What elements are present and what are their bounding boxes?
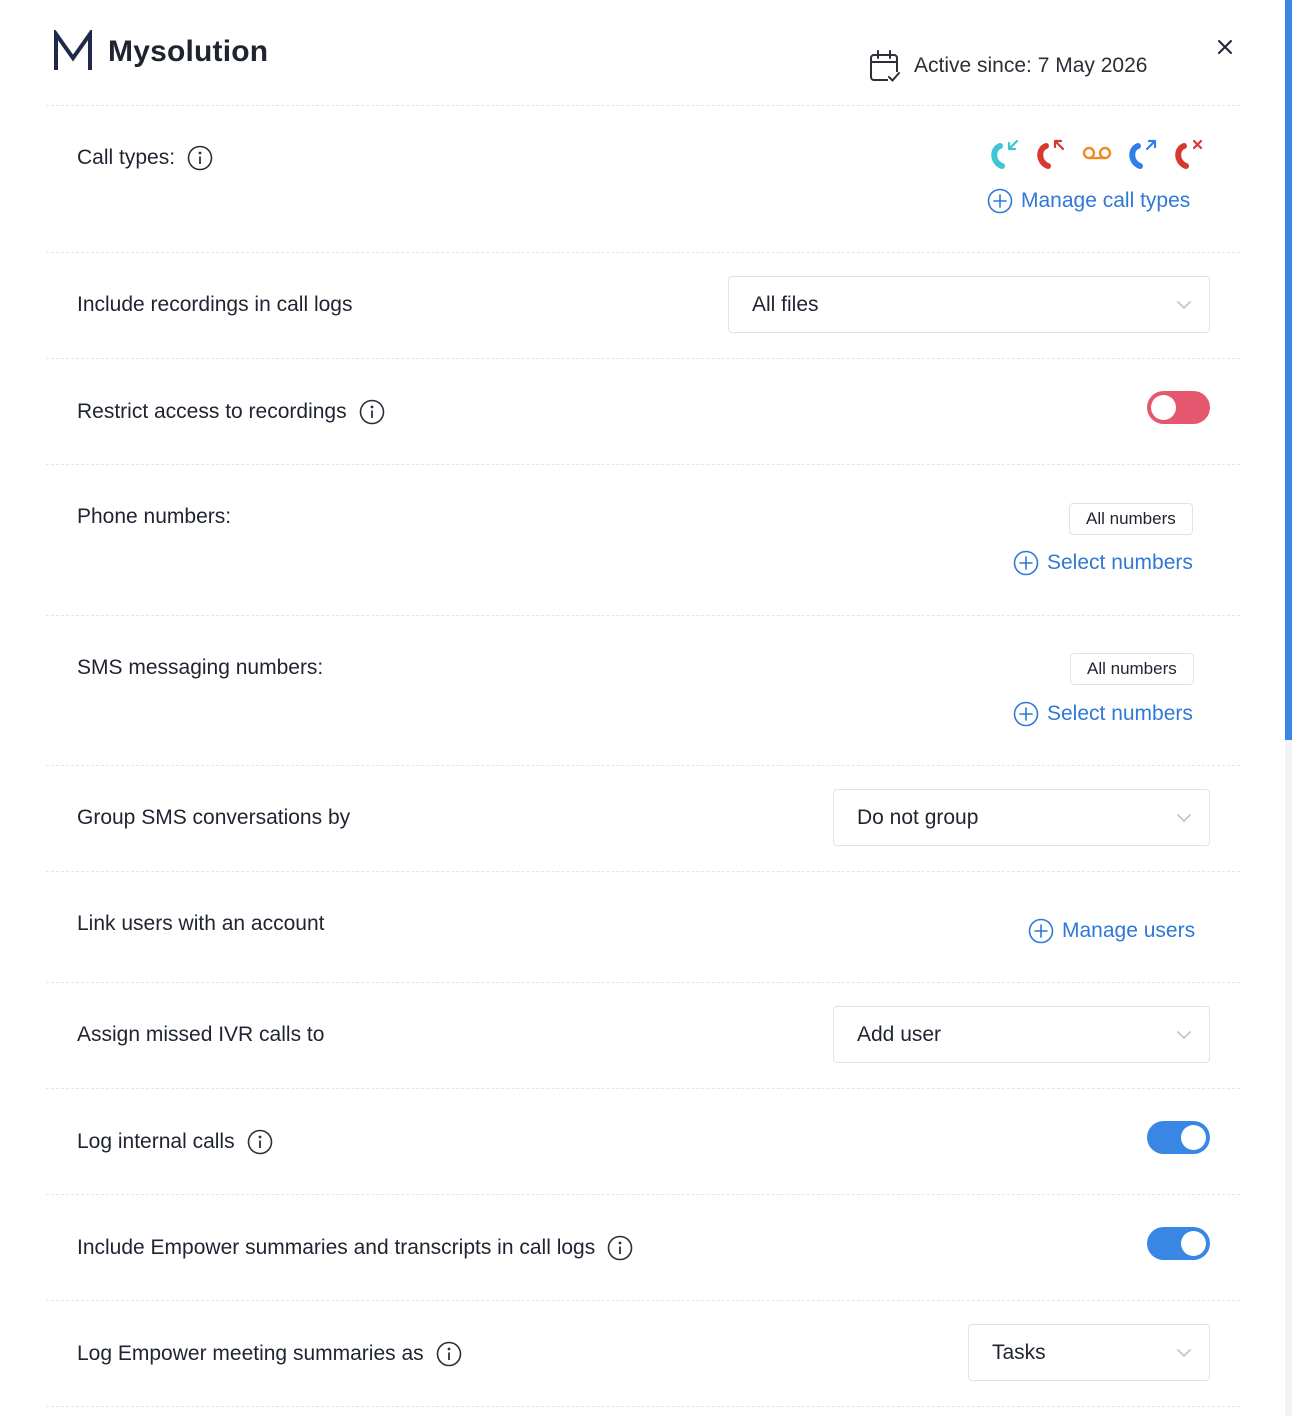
scrollbar-thumb[interactable] <box>1285 0 1292 740</box>
divider <box>46 982 1240 983</box>
sms-numbers-chip: All numbers <box>1070 653 1194 685</box>
phone-numbers-chip: All numbers <box>1069 503 1193 535</box>
sms-numbers-label: SMS messaging numbers: <box>77 656 324 679</box>
plus-circle-icon <box>1013 701 1039 727</box>
divider <box>46 358 1240 359</box>
divider <box>46 615 1240 616</box>
brand: Mysolution <box>52 30 268 74</box>
chevron-down-icon <box>1177 814 1191 822</box>
voicemail-icon[interactable] <box>1080 136 1114 170</box>
log-internal-toggle[interactable] <box>1147 1121 1210 1154</box>
restrict-access-toggle[interactable] <box>1147 391 1210 424</box>
divider <box>46 464 1240 465</box>
recordings-select[interactable]: All files <box>728 276 1210 333</box>
panel-header: Mysolution Active since: 7 May 2026 <box>0 0 1286 106</box>
divider <box>46 1300 1240 1301</box>
manage-users-button[interactable]: Manage users <box>1028 918 1195 944</box>
toggle-knob <box>1151 395 1176 420</box>
chevron-down-icon <box>1177 1349 1191 1357</box>
incoming-call-icon[interactable] <box>988 136 1022 170</box>
group-sms-select-value: Do not group <box>857 805 979 829</box>
plus-circle-icon <box>1013 550 1039 576</box>
outgoing-call-icon[interactable] <box>1126 136 1160 170</box>
empower-meetings-label: Log Empower meeting summaries as <box>77 1341 462 1367</box>
scrollbar-track[interactable] <box>1285 0 1292 1416</box>
empower-meetings-select[interactable]: Tasks <box>968 1324 1210 1381</box>
call-types-icons <box>988 136 1206 170</box>
toggle-knob <box>1181 1125 1206 1150</box>
manage-call-types-button[interactable]: Manage call types <box>987 188 1190 214</box>
recordings-select-value: All files <box>752 292 819 316</box>
divider <box>46 1194 1240 1195</box>
info-icon[interactable] <box>359 399 385 425</box>
group-sms-label: Group SMS conversations by <box>77 806 351 829</box>
assign-ivr-select-value: Add user <box>857 1022 942 1046</box>
divider <box>46 871 1240 872</box>
divider <box>46 252 1240 253</box>
close-icon[interactable] <box>1212 34 1238 60</box>
call-types-label: Call types: <box>77 145 213 171</box>
rejected-call-icon[interactable] <box>1172 136 1206 170</box>
active-since: Active since: 7 May 2026 <box>868 48 1147 84</box>
select-phone-numbers-button[interactable]: Select numbers <box>1013 550 1193 576</box>
info-icon[interactable] <box>436 1341 462 1367</box>
chevron-down-icon <box>1177 301 1191 309</box>
restrict-access-label: Restrict access to recordings <box>77 399 385 425</box>
select-sms-numbers-button[interactable]: Select numbers <box>1013 701 1193 727</box>
log-internal-label: Log internal calls <box>77 1129 273 1155</box>
app-name: Mysolution <box>108 35 269 68</box>
chevron-down-icon <box>1177 1031 1191 1039</box>
link-users-label: Link users with an account <box>77 912 325 935</box>
info-icon[interactable] <box>247 1129 273 1155</box>
recordings-label: Include recordings in call logs <box>77 293 353 316</box>
group-sms-select[interactable]: Do not group <box>833 789 1210 846</box>
assign-ivr-label: Assign missed IVR calls to <box>77 1023 325 1046</box>
assign-ivr-select[interactable]: Add user <box>833 1006 1210 1063</box>
info-icon[interactable] <box>607 1235 633 1261</box>
info-icon[interactable] <box>187 145 213 171</box>
empower-summaries-label: Include Empower summaries and transcript… <box>77 1235 633 1261</box>
divider <box>46 1088 1240 1089</box>
plus-circle-icon <box>987 188 1013 214</box>
plus-circle-icon <box>1028 918 1054 944</box>
calendar-check-icon <box>870 50 900 83</box>
divider <box>46 105 1240 106</box>
phone-numbers-label: Phone numbers: <box>77 505 232 528</box>
empower-meetings-select-value: Tasks <box>992 1340 1046 1364</box>
divider <box>46 765 1240 766</box>
empower-summaries-toggle[interactable] <box>1147 1227 1210 1260</box>
mysolution-logo <box>54 30 92 70</box>
active-since-text: Active since: 7 May 2026 <box>914 54 1148 77</box>
divider <box>46 1406 1240 1407</box>
missed-call-icon[interactable] <box>1034 136 1068 170</box>
toggle-knob <box>1181 1231 1206 1256</box>
